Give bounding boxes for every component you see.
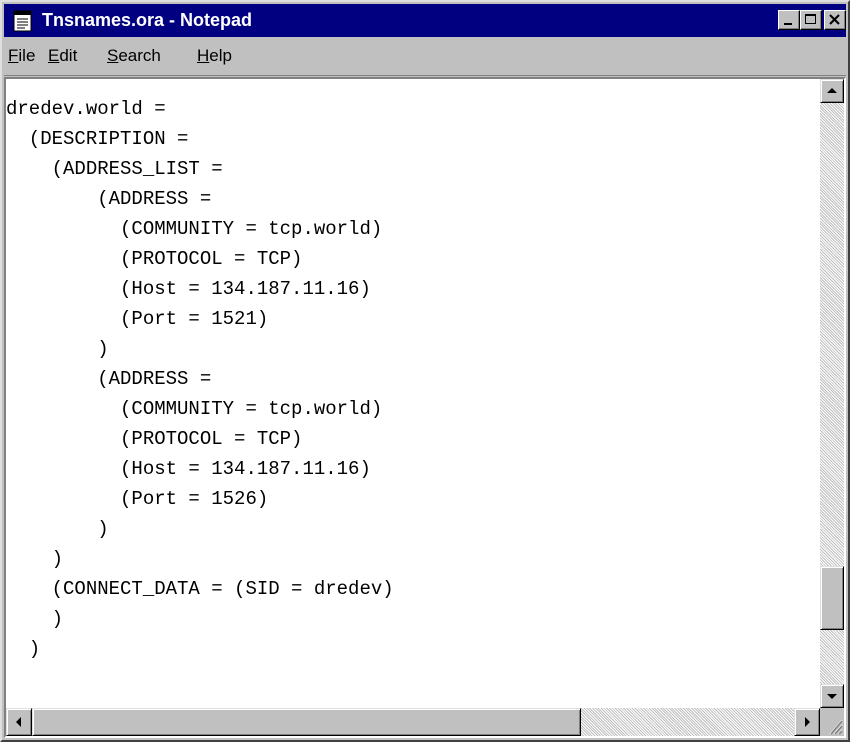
horizontal-scrollbar[interactable] <box>6 708 820 736</box>
text-line: (DESCRIPTION = <box>6 128 189 150</box>
size-grip-icon <box>829 719 843 735</box>
close-button[interactable] <box>824 10 846 30</box>
arrow-right-icon <box>805 717 810 727</box>
maximize-button[interactable] <box>800 10 822 30</box>
text-line: dredev.world = <box>6 98 166 120</box>
text-editor[interactable]: dredev.world = (DESCRIPTION = (ADDRESS_L… <box>6 79 820 708</box>
arrow-left-icon <box>16 717 21 727</box>
text-line: ) <box>6 548 64 570</box>
text-line: ) <box>6 638 41 660</box>
menu-search-accel: S <box>107 46 119 65</box>
text-line: (PROTOCOL = TCP) <box>6 428 303 450</box>
text-line: (CONNECT_DATA = (SID = dredev) <box>6 578 394 600</box>
menu-edit-label: dit <box>59 46 78 65</box>
text-line: ) <box>6 608 64 630</box>
text-line: ) <box>6 518 109 540</box>
close-icon <box>829 14 840 25</box>
arrow-up-icon <box>827 88 837 93</box>
text-line: (COMMUNITY = tcp.world) <box>6 398 383 420</box>
menu-bar: File Edit Search Help <box>4 37 846 76</box>
title-bar[interactable]: Tnsnames.ora - Notepad <box>4 4 846 37</box>
text-line: (Host = 134.187.11.16) <box>6 278 371 300</box>
menu-edit[interactable]: Edit <box>48 46 77 66</box>
minimize-icon <box>784 23 792 25</box>
text-line: (Port = 1526) <box>6 488 269 510</box>
notepad-window: Tnsnames.ora - Notepad File Edit Search … <box>0 0 850 742</box>
menu-search-label: earch <box>118 46 161 65</box>
menu-file-accel: F <box>8 46 19 65</box>
text-line: (Host = 134.187.11.16) <box>6 458 371 480</box>
text-line: ) <box>6 338 109 360</box>
scroll-up-button[interactable] <box>820 79 844 103</box>
horizontal-scroll-thumb[interactable] <box>32 708 581 736</box>
menu-help-accel: H <box>197 46 210 65</box>
vertical-scrollbar[interactable] <box>820 79 844 708</box>
notepad-icon[interactable] <box>13 10 32 32</box>
menu-help[interactable]: Help <box>197 46 232 66</box>
scroll-right-button[interactable] <box>794 708 820 736</box>
menu-file-label: ile <box>18 46 36 65</box>
resize-grip[interactable] <box>820 708 844 736</box>
menu-search[interactable]: Search <box>107 46 161 66</box>
menu-help-label: elp <box>209 46 232 65</box>
text-line: (ADDRESS = <box>6 368 212 390</box>
menu-file[interactable]: File <box>8 46 35 66</box>
text-line: (ADDRESS = <box>6 188 212 210</box>
text-line: (Port = 1521) <box>6 308 269 330</box>
scroll-left-button[interactable] <box>6 708 32 736</box>
text-line: (COMMUNITY = tcp.world) <box>6 218 383 240</box>
scroll-down-button[interactable] <box>820 684 844 708</box>
maximize-icon <box>805 14 816 24</box>
vertical-scroll-thumb[interactable] <box>820 566 844 630</box>
text-line: (ADDRESS_LIST = <box>6 158 223 180</box>
menu-edit-accel: E <box>48 46 60 65</box>
editor-frame: dredev.world = (DESCRIPTION = (ADDRESS_L… <box>4 77 846 738</box>
text-line: (PROTOCOL = TCP) <box>6 248 303 270</box>
window-title: Tnsnames.ora - Notepad <box>42 10 253 30</box>
arrow-down-icon <box>827 694 837 699</box>
minimize-button[interactable] <box>778 10 800 30</box>
